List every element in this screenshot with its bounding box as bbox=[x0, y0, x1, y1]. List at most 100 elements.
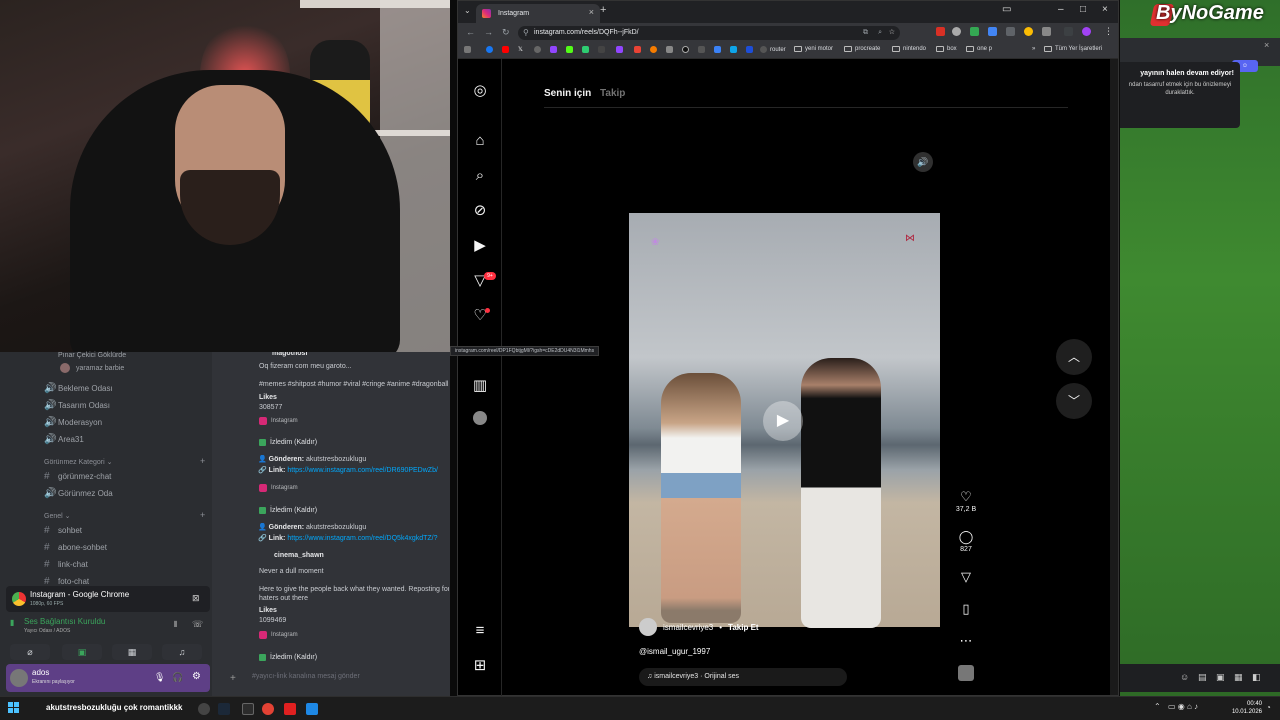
taskbar-app-icon[interactable] bbox=[242, 703, 254, 715]
close-window-button[interactable]: × bbox=[1102, 4, 1108, 15]
reel-caption[interactable]: @ismail_ugur_1997 bbox=[639, 647, 710, 656]
watched-button[interactable]: İzledim (Kaldır) bbox=[259, 507, 317, 514]
settings-gear-icon[interactable]: ⚙ bbox=[192, 671, 201, 682]
chrome-menu-icon[interactable]: ⋮ bbox=[1104, 26, 1113, 37]
channel-sohbet[interactable]: # sohbet bbox=[44, 523, 82, 537]
voice-user[interactable]: yaramaz barbie bbox=[60, 361, 124, 375]
side-panel-icon[interactable] bbox=[1064, 27, 1073, 36]
clock[interactable]: 00:40 10.01.2026 bbox=[1228, 700, 1262, 716]
profile-avatar[interactable] bbox=[1082, 27, 1091, 36]
volume-icon[interactable]: 🔊 bbox=[913, 152, 933, 172]
channel-moderasyon[interactable]: 🔊 Moderasyon bbox=[44, 415, 102, 429]
bookmark-site[interactable] bbox=[746, 46, 753, 53]
bookmark-site[interactable] bbox=[698, 46, 705, 53]
play-icon[interactable]: ▶ bbox=[763, 401, 803, 441]
media-icon[interactable]: ▭ bbox=[1002, 4, 1011, 15]
bookmark-site[interactable] bbox=[598, 46, 605, 53]
extension-icon[interactable] bbox=[1024, 27, 1033, 36]
back-icon[interactable]: ← bbox=[466, 27, 475, 37]
comment-icon[interactable]: ◯ bbox=[953, 529, 979, 545]
message-input[interactable]: + #yayıcı-link kanalına mesaj gönder bbox=[220, 668, 450, 688]
bookmark-folder-box[interactable]: box bbox=[936, 46, 957, 52]
bookmark-folder-procreate[interactable]: procreate bbox=[844, 46, 880, 52]
explore-compass-icon[interactable]: ⊘ bbox=[470, 201, 490, 221]
install-icon[interactable]: ⧉ bbox=[863, 26, 868, 40]
channel-abone-sohbet[interactable]: # abone-sohbet bbox=[44, 540, 107, 554]
image-icon[interactable]: ▣ bbox=[1216, 672, 1225, 683]
channel-area31[interactable]: 🔊 Area31 bbox=[44, 432, 84, 446]
comment-action[interactable]: ◯ 827 bbox=[953, 529, 979, 555]
save-action[interactable]: ▯ bbox=[953, 601, 979, 617]
all-bookmarks-folder[interactable]: Tüm Yer İşaretleri bbox=[1044, 46, 1102, 52]
add-channel-icon[interactable]: + bbox=[200, 456, 205, 466]
extensions-puzzle-icon[interactable] bbox=[1042, 27, 1051, 36]
reload-icon[interactable]: ↻ bbox=[502, 27, 510, 38]
more-dots-icon[interactable]: ⋯ bbox=[953, 633, 979, 649]
menu-icon[interactable]: ≡ bbox=[470, 621, 490, 641]
screen-share-button[interactable]: ▣ bbox=[62, 644, 102, 660]
forward-icon[interactable]: → bbox=[484, 27, 493, 37]
channel-tasarim[interactable]: 🔊 Tasarım Odası bbox=[44, 398, 110, 412]
channel-gorunmez-chat[interactable]: # görünmez-chat bbox=[44, 469, 111, 483]
next-reel-button[interactable]: ﹀ bbox=[1056, 383, 1092, 419]
more-bookmarks-icon[interactable]: » bbox=[1032, 46, 1035, 52]
close-stream-icon[interactable]: ⊠ bbox=[192, 593, 200, 604]
add-attachment-icon[interactable]: + bbox=[230, 673, 236, 684]
bookmark-icon[interactable]: ▯ bbox=[953, 601, 979, 617]
new-tab-button[interactable]: + bbox=[600, 4, 606, 16]
avatar[interactable] bbox=[10, 669, 28, 687]
previous-reel-button[interactable]: ︿ bbox=[1056, 339, 1092, 375]
extension-icon[interactable] bbox=[970, 27, 979, 36]
tab-search-icon[interactable]: ⌄ bbox=[464, 6, 471, 15]
message-link[interactable]: https://www.instagram.com/reel/DR690PEDw… bbox=[287, 467, 438, 474]
home-icon[interactable]: ⌂ bbox=[470, 131, 490, 151]
bookmark-site[interactable] bbox=[666, 46, 673, 53]
channel-link-chat[interactable]: # link-chat bbox=[44, 557, 88, 571]
emoji-icon[interactable]: ☺ bbox=[1180, 672, 1189, 682]
add-channel-icon[interactable]: + bbox=[200, 510, 205, 520]
bookmark-folder-nintendo[interactable]: nintendo bbox=[892, 46, 926, 52]
bookmark-site[interactable] bbox=[682, 46, 689, 53]
also-from-meta-icon[interactable]: ⊞ bbox=[470, 656, 490, 676]
activities-button[interactable]: ▦ bbox=[112, 644, 152, 660]
close-icon[interactable]: × bbox=[1264, 40, 1269, 50]
soundboard-button[interactable]: ♫ bbox=[162, 644, 202, 660]
reel-player[interactable]: ❀ ⋈ ▶ 🔊 ismailcevriye3 • Takip Et @ismai… bbox=[629, 144, 940, 695]
dashboard-icon[interactable]: ▥ bbox=[470, 376, 490, 396]
tab-for-you[interactable]: Senin için bbox=[544, 88, 591, 99]
bookmark-site[interactable] bbox=[534, 46, 541, 53]
taskbar-app-icon[interactable] bbox=[306, 703, 318, 715]
waveform-icon[interactable]: ⫴ bbox=[174, 620, 177, 630]
bookmark-folder-yeni-motor[interactable]: yeni motor bbox=[794, 46, 833, 52]
steam-icon[interactable] bbox=[218, 703, 230, 715]
channel-gorunmez-oda[interactable]: 🔊 Görünmez Oda bbox=[44, 486, 113, 500]
camera-off-button[interactable]: ⌀ bbox=[10, 644, 50, 660]
category-hidden[interactable]: Görünmez Kategori ⌄ bbox=[44, 458, 113, 466]
bookmark-youtube[interactable] bbox=[502, 46, 509, 53]
bookmark-x[interactable]: 𝕏 bbox=[518, 46, 523, 53]
close-tab-icon[interactable]: × bbox=[589, 7, 594, 17]
extension-icon[interactable] bbox=[988, 27, 997, 36]
reel-audio[interactable]: ♫ ismailcevriye3 · Orijinal ses bbox=[639, 668, 847, 686]
profile-avatar[interactable] bbox=[470, 411, 490, 431]
instagram-logo-icon[interactable]: ◎ bbox=[470, 81, 490, 101]
category-general[interactable]: Genel ⌄ bbox=[44, 512, 71, 520]
like-action[interactable]: ♡ 37,2 B bbox=[953, 489, 979, 515]
bookmark-facebook[interactable] bbox=[486, 46, 493, 53]
taskbar-app-icon[interactable] bbox=[284, 703, 296, 715]
gift-icon[interactable]: ▦ bbox=[1234, 672, 1243, 683]
minimize-button[interactable]: – bbox=[1058, 4, 1064, 15]
bookmark-folder-one-p[interactable]: one p bbox=[966, 46, 992, 52]
bookmark-site[interactable] bbox=[714, 46, 721, 53]
taskbar-app-icon[interactable] bbox=[198, 703, 210, 715]
site-info-icon[interactable]: ⚲ bbox=[523, 26, 529, 40]
tray-overflow-icon[interactable]: ⌃ bbox=[1154, 702, 1161, 711]
app-icon[interactable]: ◧ bbox=[1252, 672, 1261, 683]
author-name[interactable]: ismailcevriye3 bbox=[663, 623, 713, 632]
maximize-button[interactable]: □ bbox=[1080, 4, 1086, 15]
audio-thumb[interactable] bbox=[953, 665, 979, 681]
taskbar-app-icon[interactable] bbox=[262, 703, 274, 715]
reels-icon[interactable]: ▶ bbox=[470, 236, 490, 256]
follow-button[interactable]: Takip Et bbox=[728, 623, 759, 632]
bookmark-twitch[interactable] bbox=[616, 46, 623, 53]
